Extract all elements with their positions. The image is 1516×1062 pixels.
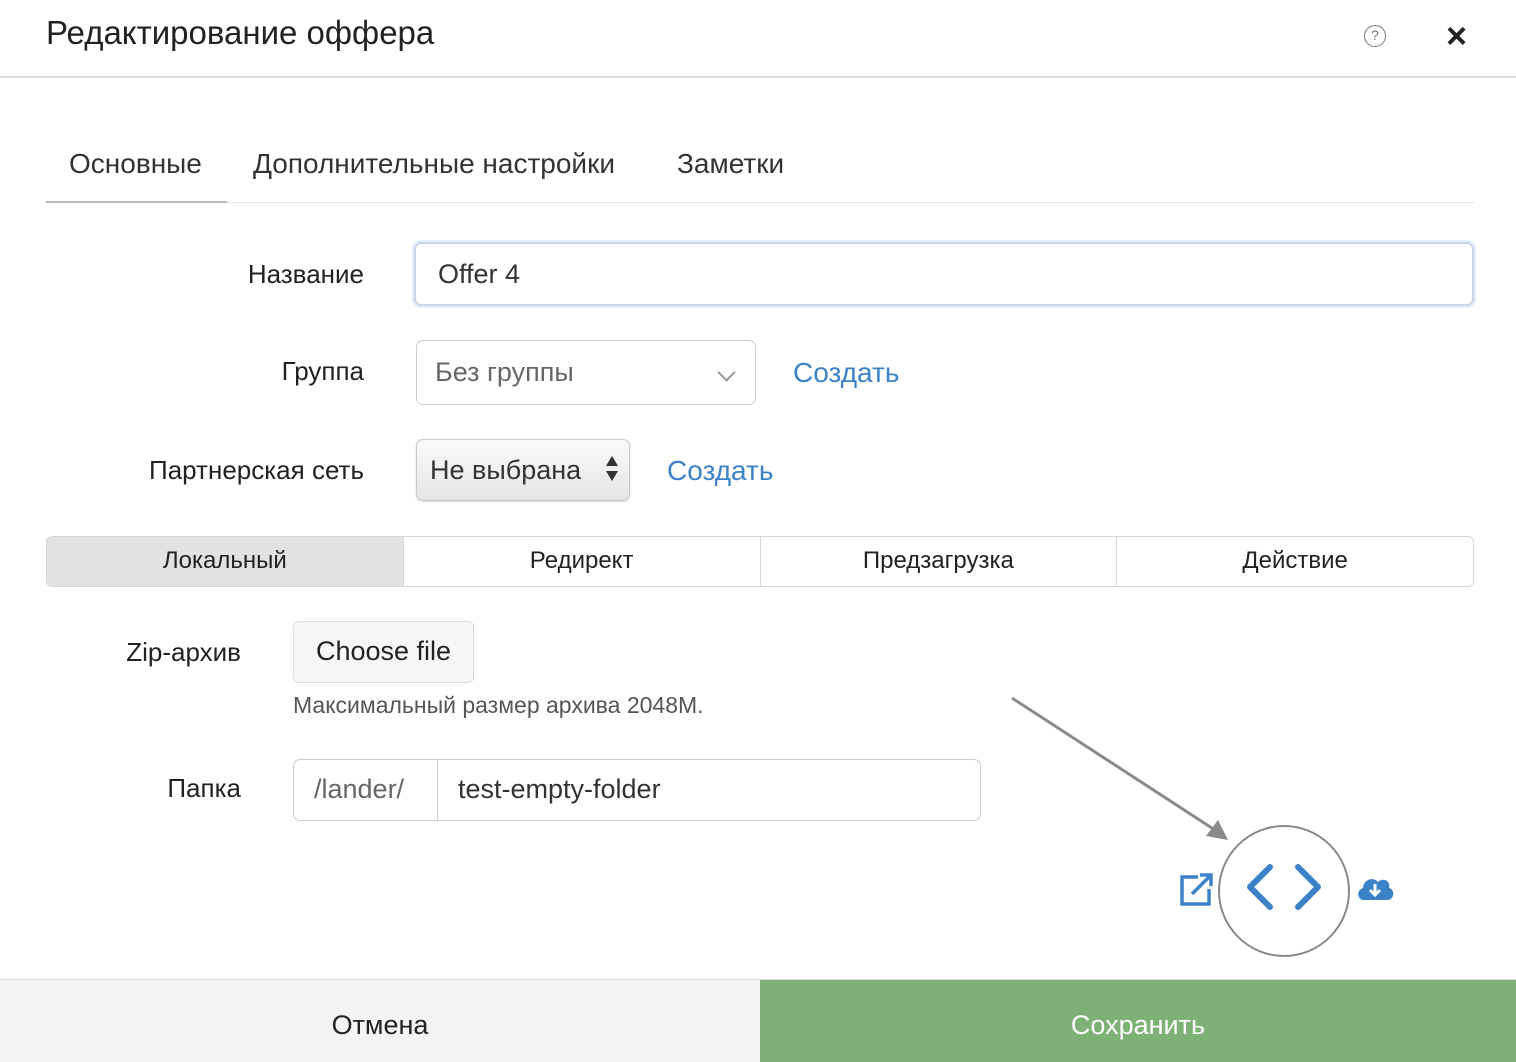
folder-input-group: /lander/ test-empty-folder — [293, 759, 981, 821]
cancel-button[interactable]: Отмена — [0, 980, 760, 1062]
choose-file-button[interactable]: Choose file — [293, 621, 474, 683]
save-button[interactable]: Сохранить — [760, 980, 1516, 1062]
tab-advanced-settings[interactable]: Дополнительные настройки — [253, 148, 615, 180]
tab-notes[interactable]: Заметки — [677, 148, 784, 180]
select-arrows-icon — [605, 456, 619, 484]
folder-prefix: /lander/ — [294, 760, 438, 820]
segment-preload[interactable]: Предзагрузка — [760, 537, 1118, 586]
offer-type-segmented-control: Локальный Редирект Предзагрузка Действие — [46, 536, 1474, 587]
zip-hint: Максимальный размер архива 2048M. — [293, 692, 704, 718]
folder-label: Папка — [167, 773, 241, 803]
dialog-footer: Отмена Сохранить — [0, 979, 1516, 1062]
create-network-link[interactable]: Создать — [667, 455, 773, 487]
segment-action[interactable]: Действие — [1117, 537, 1473, 586]
segment-local[interactable]: Локальный — [47, 537, 404, 586]
network-select-value: Не выбрана — [430, 455, 582, 485]
create-group-link[interactable]: Создать — [793, 357, 899, 389]
dialog-header: Редактирование оффера ? × — [0, 0, 1516, 78]
cloud-download-icon[interactable] — [1355, 872, 1395, 904]
name-label: Название — [247, 259, 364, 289]
folder-input[interactable]: test-empty-folder — [438, 760, 980, 820]
group-label: Группа — [281, 356, 364, 386]
network-select[interactable]: Не выбрана — [416, 439, 630, 501]
annotation-arrow — [1011, 696, 1228, 840]
name-input[interactable]: Offer 4 — [414, 242, 1474, 306]
tab-main[interactable]: Основные — [69, 148, 202, 180]
code-icon[interactable] — [1242, 862, 1326, 912]
chevron-down-icon — [717, 363, 736, 382]
tab-active-indicator — [46, 201, 227, 203]
close-icon[interactable]: × — [1446, 18, 1467, 54]
dialog-title: Редактирование оффера — [46, 14, 435, 51]
segment-redirect[interactable]: Редирект — [403, 537, 761, 586]
tab-bar: Основные Дополнительные настройки Заметк… — [46, 130, 1474, 203]
group-select[interactable]: Без группы — [416, 340, 756, 405]
group-select-value: Без группы — [435, 357, 574, 387]
external-link-icon[interactable] — [1178, 870, 1216, 908]
question-circle-icon[interactable]: ? — [1364, 25, 1386, 47]
network-label: Партнерская сеть — [149, 455, 364, 485]
zip-label: Zip-архив — [126, 637, 241, 667]
